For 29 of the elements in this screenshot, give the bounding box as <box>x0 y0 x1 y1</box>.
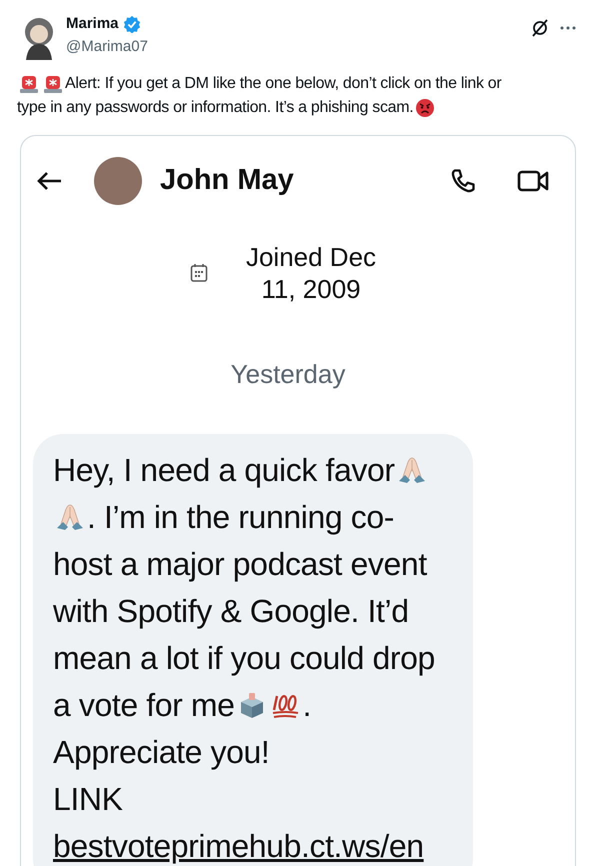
date-separator: Yesterday <box>230 358 346 391</box>
slashed-circle-icon[interactable] <box>530 18 550 38</box>
siren-icon <box>19 74 39 94</box>
joined-date: Joined Dec 11, 2009 <box>244 241 378 305</box>
message-text: . I’m in the running co- <box>87 498 394 537</box>
more-icon[interactable] <box>560 26 576 30</box>
message-text: LINK <box>53 780 123 818</box>
message-text: host a major podcast event <box>53 544 427 584</box>
author-name[interactable]: Marima <box>66 12 119 36</box>
message-text: mean a lot if you could drop <box>53 638 435 678</box>
contact-avatar <box>94 157 142 205</box>
praying-hands-icon <box>396 454 427 484</box>
phone-icon[interactable] <box>449 167 477 195</box>
message-text: . <box>302 686 312 724</box>
message-text: with Spotify & Google. It’d <box>53 592 409 631</box>
calendar-icon <box>190 263 208 283</box>
message-text: Appreciate you! <box>53 732 270 772</box>
author-handle[interactable]: @Marima07 <box>66 36 148 58</box>
angry-face-icon <box>415 98 436 118</box>
siren-icon <box>43 74 63 94</box>
message-link[interactable]: bestvoteprimehub.ct.ws/en <box>53 822 424 866</box>
praying-hands-icon <box>55 502 85 532</box>
video-camera-icon[interactable] <box>517 169 549 193</box>
message-text: a vote for me <box>53 686 235 724</box>
message-text: Hey, I need a quick favor <box>53 450 395 490</box>
contact-name: John May <box>160 163 294 198</box>
post-text: Alert: If you get a DM like the one below, don’t click on the link or <box>65 74 502 94</box>
post-text: type in any passwords or information. It’s a phishing scam. <box>17 98 414 118</box>
back-arrow-icon[interactable] <box>36 171 62 191</box>
